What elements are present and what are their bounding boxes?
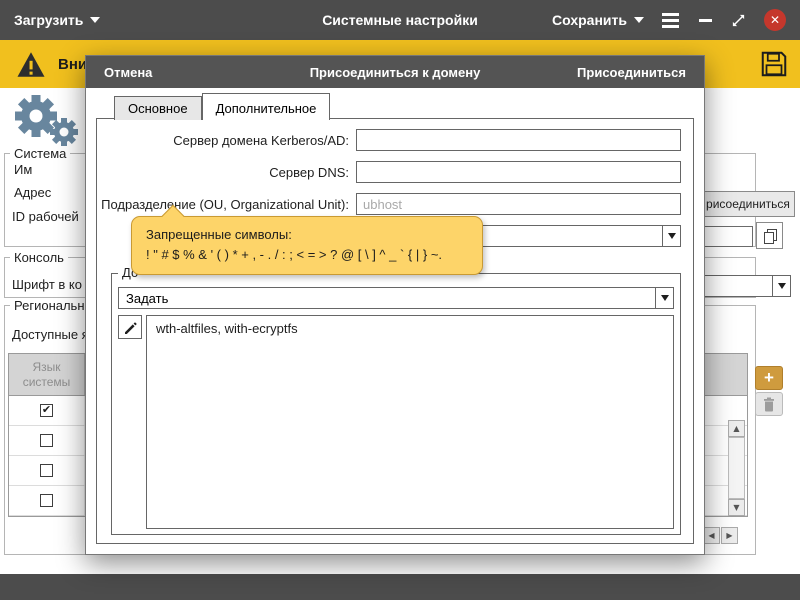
save-menu-label: Сохранить bbox=[552, 12, 627, 28]
ou-input[interactable] bbox=[356, 193, 681, 215]
copy-icon bbox=[761, 227, 779, 245]
join-button[interactable]: Присоединиться bbox=[577, 65, 686, 80]
load-menu-label: Загрузить bbox=[14, 12, 83, 28]
warning-icon bbox=[16, 51, 46, 78]
cancel-button[interactable]: Отмена bbox=[104, 65, 152, 80]
language-checkbox[interactable] bbox=[40, 494, 53, 507]
window-title: Системные настройки bbox=[322, 12, 478, 28]
language-checkbox[interactable] bbox=[40, 404, 53, 417]
tab-basic[interactable]: Основное bbox=[114, 96, 202, 120]
chevron-down-icon bbox=[634, 17, 644, 23]
arrow-right-icon: ▶ bbox=[726, 531, 732, 540]
save-to-file-button[interactable] bbox=[756, 46, 792, 82]
chevron-down-icon bbox=[662, 226, 680, 246]
vertical-scrollbar-track[interactable] bbox=[728, 437, 745, 499]
minimize-button[interactable] bbox=[697, 9, 713, 31]
expand-icon bbox=[733, 14, 744, 25]
language-column-header[interactable]: Язык системы bbox=[9, 354, 85, 395]
close-icon: ✕ bbox=[770, 13, 780, 27]
kerberos-server-label: Сервер домена Kerberos/AD: bbox=[97, 133, 349, 148]
tooltip-chars: ! " # $ % & ' ( ) * + , - . / : ; < = > … bbox=[146, 245, 468, 265]
chevron-down-icon bbox=[90, 17, 100, 23]
additional-options-groupbox: До Задать wth-altfiles, with-ecryptfs bbox=[111, 273, 681, 535]
delete-language-button[interactable] bbox=[755, 392, 783, 416]
tooltip-title: Запрещенные символы: bbox=[146, 225, 468, 245]
footer-bar bbox=[0, 574, 800, 600]
dns-server-input[interactable] bbox=[356, 161, 681, 183]
arrow-left-icon: ◀ bbox=[708, 531, 714, 540]
regional-legend: Региональн bbox=[10, 298, 89, 313]
tab-panel: Сервер домена Kerberos/AD: Сервер DNS: П… bbox=[96, 118, 694, 544]
arrow-down-icon: ▼ bbox=[733, 503, 739, 512]
scroll-left-button[interactable]: ◀ bbox=[703, 527, 720, 544]
language-checkbox[interactable] bbox=[40, 464, 53, 477]
menu-icon[interactable] bbox=[662, 13, 679, 28]
workgroup-id-label: ID рабочей bbox=[12, 209, 79, 224]
join-domain-background-button[interactable]: рисоединиться bbox=[701, 191, 795, 217]
chevron-down-icon bbox=[655, 288, 673, 308]
tab-advanced[interactable]: Дополнительное bbox=[202, 93, 331, 120]
dns-server-label: Сервер DNS: bbox=[97, 165, 349, 180]
pencil-icon bbox=[122, 319, 138, 335]
add-language-button[interactable]: + bbox=[755, 366, 783, 390]
scroll-down-button[interactable]: ▼ bbox=[728, 499, 745, 516]
dialog-header: Отмена Присоединиться к домену Присоедин… bbox=[86, 56, 704, 88]
fullscreen-button[interactable] bbox=[731, 13, 746, 28]
available-languages-label: Доступные я bbox=[12, 327, 89, 342]
copy-button[interactable] bbox=[756, 222, 783, 249]
scroll-up-button[interactable]: ▲ bbox=[728, 420, 745, 437]
arrow-up-icon: ▲ bbox=[733, 424, 739, 433]
set-mode-value: Задать bbox=[126, 291, 168, 306]
floppy-icon bbox=[759, 49, 789, 79]
chevron-down-icon bbox=[772, 276, 790, 296]
forbidden-chars-tooltip: Запрещенные символы: ! " # $ % & ' ( ) *… bbox=[131, 216, 483, 275]
screen: Система Консоль Региональн Им Адрес ID р… bbox=[0, 0, 800, 600]
tab-bar: Основное Дополнительное bbox=[114, 93, 330, 120]
edit-button[interactable] bbox=[118, 315, 142, 339]
console-font-label: Шрифт в ко bbox=[12, 277, 82, 292]
scroll-right-button[interactable]: ▶ bbox=[721, 527, 738, 544]
dialog-title: Присоединиться к домену bbox=[310, 65, 481, 80]
load-menu-button[interactable]: Загрузить bbox=[14, 12, 100, 28]
kerberos-server-input[interactable] bbox=[356, 129, 681, 151]
join-domain-dialog: Отмена Присоединиться к домену Присоедин… bbox=[85, 55, 705, 555]
close-button[interactable]: ✕ bbox=[764, 9, 786, 31]
language-checkbox[interactable] bbox=[40, 434, 53, 447]
trash-icon bbox=[761, 396, 777, 412]
minimize-icon bbox=[699, 19, 712, 22]
computer-name-label: Им bbox=[14, 162, 32, 177]
options-textarea[interactable]: wth-altfiles, with-ecryptfs bbox=[146, 315, 674, 529]
ou-label: Подразделение (OU, Organizational Unit): bbox=[97, 197, 349, 212]
console-legend: Консоль bbox=[10, 250, 68, 265]
gears-icon bbox=[6, 90, 82, 148]
topbar: Загрузить Системные настройки Сохранить … bbox=[0, 0, 800, 40]
save-menu-button[interactable]: Сохранить bbox=[552, 12, 644, 28]
options-text: wth-altfiles, with-ecryptfs bbox=[156, 321, 298, 336]
address-label: Адрес bbox=[14, 185, 51, 200]
system-legend: Система bbox=[10, 146, 70, 161]
set-mode-dropdown[interactable]: Задать bbox=[118, 287, 674, 309]
